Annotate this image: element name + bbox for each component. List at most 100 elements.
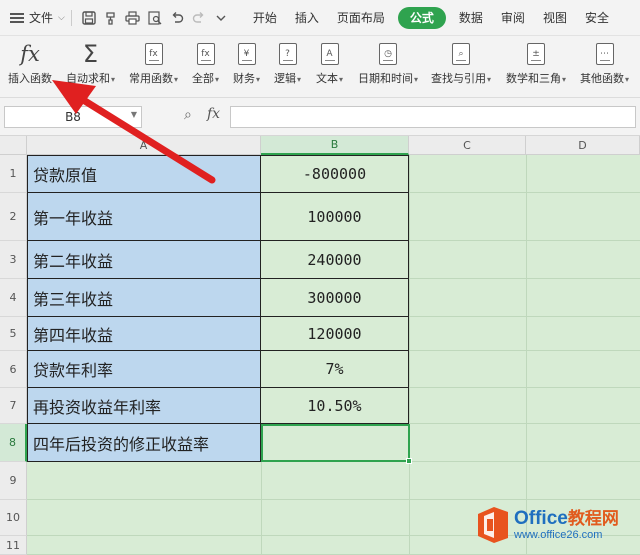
autosum-label: 自动求和 (66, 72, 110, 85)
text-button[interactable]: A 文本▾ (316, 40, 343, 86)
hamburger-icon (10, 12, 24, 23)
math-trig-label: 数学和三角 (506, 72, 561, 85)
autosum-button[interactable]: Σ 自动求和▾ (66, 40, 115, 86)
tab-page-layout[interactable]: 页面布局 (328, 0, 394, 36)
cell-b4[interactable]: 300000 (261, 279, 409, 317)
watermark: Office教程网 www.office26.com (476, 506, 619, 544)
row-header-7[interactable]: 7 (0, 388, 27, 424)
tab-data[interactable]: 数据 (450, 0, 492, 36)
math-trig-button[interactable]: ± 数学和三角▾ (506, 40, 566, 86)
fx-icon[interactable]: fx (207, 106, 220, 122)
question-icon: ? (278, 43, 297, 65)
row-header-1[interactable]: 1 (0, 155, 27, 193)
name-box[interactable]: B8 ▼ (4, 106, 142, 128)
office-logo-icon (476, 506, 510, 544)
tab-home[interactable]: 开始 (244, 0, 286, 36)
select-all-corner[interactable] (0, 136, 27, 155)
lookup-reference-button[interactable]: ⌕ 查找与引用▾ (431, 40, 491, 86)
chevron-down-icon: ▼ (130, 110, 137, 119)
fx-icon: fx (20, 42, 40, 66)
text-label: 文本 (316, 72, 338, 85)
cell-a8[interactable]: 四年后投资的修正收益率 (27, 424, 261, 462)
text-a-icon: A (320, 43, 339, 65)
tab-security[interactable]: 安全 (576, 0, 618, 36)
row-header-5[interactable]: 5 (0, 317, 27, 351)
gridline (409, 155, 410, 555)
cell-a1[interactable]: 贷款原值 (27, 155, 261, 193)
row-header-4[interactable]: 4 (0, 279, 27, 317)
cell-b5[interactable]: 120000 (261, 317, 409, 351)
magnifier-icon: ⌕ (452, 43, 470, 65)
row-header-10[interactable]: 10 (0, 500, 27, 536)
watermark-brand-cn: 教程网 (567, 508, 619, 528)
gridline (526, 155, 527, 555)
common-functions-label: 常用函数 (129, 72, 173, 85)
watermark-url: www.office26.com (514, 528, 603, 541)
financial-button[interactable]: ¥ 财务▾ (233, 40, 260, 86)
cell-a4[interactable]: 第三年收益 (27, 279, 261, 317)
row-header-3[interactable]: 3 (0, 241, 27, 279)
cell-b6[interactable]: 7% (261, 351, 409, 388)
cell-a2[interactable]: 第一年收益 (27, 193, 261, 241)
formulas-ribbon: fx 插入函数 Σ 自动求和▾ fx 常用函数▾ fx 全部▾ ¥ 财务▾ ? … (0, 36, 640, 98)
menu-bar: 文件 ⌵ 开始 插入 页面布局 公式 数据 审阅 视图 安全 (0, 0, 640, 36)
date-time-label: 日期和时间 (358, 72, 413, 85)
all-fx-icon: fx (196, 43, 215, 65)
row-header-9[interactable]: 9 (0, 462, 27, 500)
name-box-value: B8 (65, 110, 81, 124)
lookup-reference-label: 查找与引用 (431, 72, 486, 85)
format-painter-icon[interactable] (100, 7, 122, 29)
cell-b7[interactable]: 10.50% (261, 388, 409, 424)
yen-icon: ¥ (237, 43, 256, 65)
redo-icon[interactable] (188, 7, 210, 29)
row-header-8[interactable]: 8 (0, 424, 27, 462)
active-cell-b8[interactable] (261, 424, 410, 462)
cell-a3[interactable]: 第二年收益 (27, 241, 261, 279)
all-functions-label: 全部 (192, 72, 214, 85)
row-header-6[interactable]: 6 (0, 351, 27, 388)
star-fx-icon: fx (144, 43, 163, 65)
tab-formulas[interactable]: 公式 (397, 6, 446, 29)
financial-label: 财务 (233, 72, 255, 85)
insert-function-label: 插入函数 (8, 72, 52, 85)
clock-icon: ◷ (379, 43, 397, 65)
search-icon[interactable]: ⌕ (184, 107, 192, 123)
cell-a7[interactable]: 再投资收益年利率 (27, 388, 261, 424)
cell-a5[interactable]: 第四年收益 (27, 317, 261, 351)
watermark-brand: Office (514, 507, 568, 529)
print-icon[interactable] (122, 7, 144, 29)
date-time-button[interactable]: ◷ 日期和时间▾ (358, 40, 418, 86)
formula-bar: B8 ▼ ⌕ fx (0, 98, 640, 136)
chevron-down-icon: ⌵ (58, 12, 65, 23)
gridline (261, 462, 262, 555)
formula-input[interactable] (230, 106, 636, 128)
cell-a6[interactable]: 贷款年利率 (27, 351, 261, 388)
print-preview-icon[interactable] (144, 7, 166, 29)
insert-function-button[interactable]: fx 插入函数 (8, 40, 52, 86)
save-icon[interactable] (78, 7, 100, 29)
tab-review[interactable]: 审阅 (492, 0, 534, 36)
fill-handle[interactable] (406, 458, 412, 464)
gridline (27, 499, 640, 500)
common-functions-button[interactable]: fx 常用函数▾ (129, 40, 178, 86)
row-header-2[interactable]: 2 (0, 193, 27, 241)
cell-b3[interactable]: 240000 (261, 241, 409, 279)
logical-button[interactable]: ? 逻辑▾ (274, 40, 301, 86)
divider (70, 9, 72, 26)
tab-view[interactable]: 视图 (534, 0, 576, 36)
quick-access-dropdown-icon[interactable] (210, 7, 232, 29)
cell-b2[interactable]: 100000 (261, 193, 409, 241)
undo-icon[interactable] (166, 7, 188, 29)
more-dots-icon: ⋯ (595, 43, 614, 65)
tab-insert[interactable]: 插入 (286, 0, 328, 36)
all-functions-button[interactable]: fx 全部▾ (192, 40, 219, 86)
logical-label: 逻辑 (274, 72, 296, 85)
column-header-a[interactable]: A (27, 136, 261, 155)
column-header-d[interactable]: D (526, 136, 640, 155)
more-functions-button[interactable]: ⋯ 其他函数▾ (580, 40, 629, 86)
file-menu[interactable]: 文件 ⌵ (0, 0, 65, 36)
cell-b1[interactable]: -800000 (261, 155, 409, 193)
column-header-c[interactable]: C (409, 136, 526, 155)
row-header-11[interactable]: 11 (0, 536, 27, 555)
column-header-b[interactable]: B (261, 136, 409, 155)
